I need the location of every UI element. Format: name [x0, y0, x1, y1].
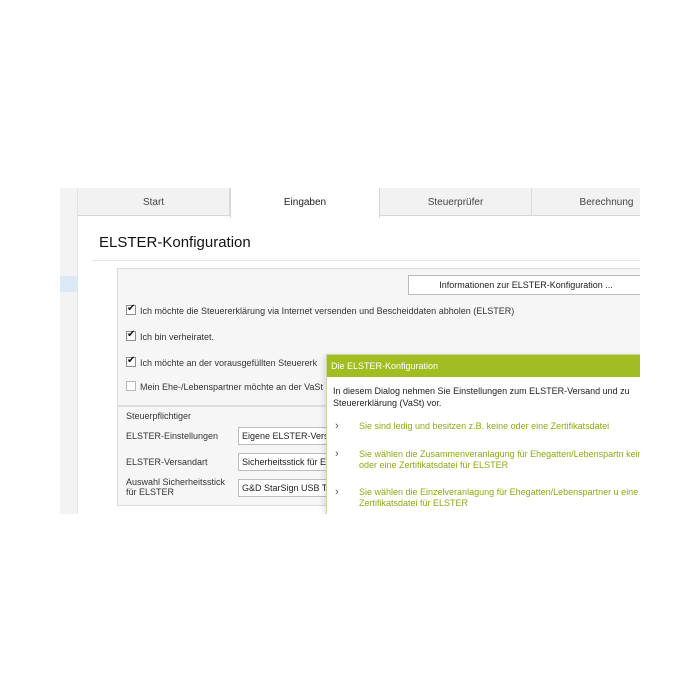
dialog-option-text: Sie wählen die Einzelveranlagung für Ehe…	[359, 487, 639, 508]
tab-start[interactable]: Start	[78, 188, 230, 216]
checkbox-row-elster-send[interactable]: Ich möchte die Steuererklärung via Inter…	[126, 303, 515, 316]
elster-config-dialog: Die ELSTER-Konfiguration In diesem Dialo…	[326, 354, 640, 514]
steuerpflichtiger-group: Steuerpflichtiger ELSTER-Einstellungen E…	[117, 406, 348, 506]
field-label-elster-versandart: ELSTER-Versandart	[126, 457, 208, 467]
checkbox-row-married[interactable]: Ich bin verheiratet.	[126, 329, 215, 342]
chevron-right-icon: ›	[335, 448, 339, 460]
tab-berechnung[interactable]: Berechnung	[532, 188, 640, 216]
sidebar-selected-item[interactable]	[60, 276, 78, 292]
checkbox-vast[interactable]	[126, 355, 136, 367]
left-sidebar	[60, 188, 78, 514]
dialog-option-text: Sie wählen die Zusammenveranlagung für E…	[359, 449, 640, 470]
checkbox-label: Mein Ehe-/Lebenspartner möchte an der Va…	[140, 382, 323, 392]
checkbox-elster-send[interactable]	[126, 303, 136, 315]
checkbox-label: Ich möchte an der vorausgefüllten Steuer…	[140, 358, 318, 368]
tab-steuerpruefer[interactable]: Steuerprüfer	[380, 188, 532, 216]
chevron-right-icon: ›	[335, 486, 339, 498]
checkbox-label: Ich bin verheiratet.	[140, 332, 215, 342]
chevron-right-icon: ›	[335, 420, 339, 432]
app-window: Start Eingaben Steuerprüfer Berechnung E…	[60, 188, 640, 514]
field-label-sicherheitsstick: Auswahl Sicherheitsstick für ELSTER	[126, 477, 226, 497]
group-legend: Steuerpflichtiger	[126, 411, 192, 421]
checkbox-row-vast[interactable]: Ich möchte an der vorausgefüllten Steuer…	[126, 355, 318, 368]
dialog-description: In diesem Dialog nehmen Sie Einstellunge…	[333, 386, 630, 408]
dialog-title: Die ELSTER-Konfiguration	[327, 355, 640, 377]
checkbox-married[interactable]	[126, 329, 136, 341]
tab-bar: Start Eingaben Steuerprüfer Berechnung	[78, 188, 640, 218]
checkbox-row-partner-vast[interactable]: Mein Ehe-/Lebenspartner möchte an der Va…	[126, 381, 323, 392]
title-divider	[92, 260, 640, 261]
checkbox-partner-vast[interactable]	[126, 381, 136, 391]
dialog-option-text: Sie sind ledig und besitzen z.B. keine o…	[359, 421, 610, 431]
info-elster-config-button[interactable]: Informationen zur ELSTER-Konfiguration .…	[408, 275, 640, 295]
tab-eingaben[interactable]: Eingaben	[230, 188, 380, 218]
field-label-elster-einstellungen: ELSTER-Einstellungen	[126, 431, 219, 441]
checkbox-label: Ich möchte die Steuererklärung via Inter…	[140, 306, 515, 316]
page-title: ELSTER-Konfiguration	[99, 234, 251, 251]
